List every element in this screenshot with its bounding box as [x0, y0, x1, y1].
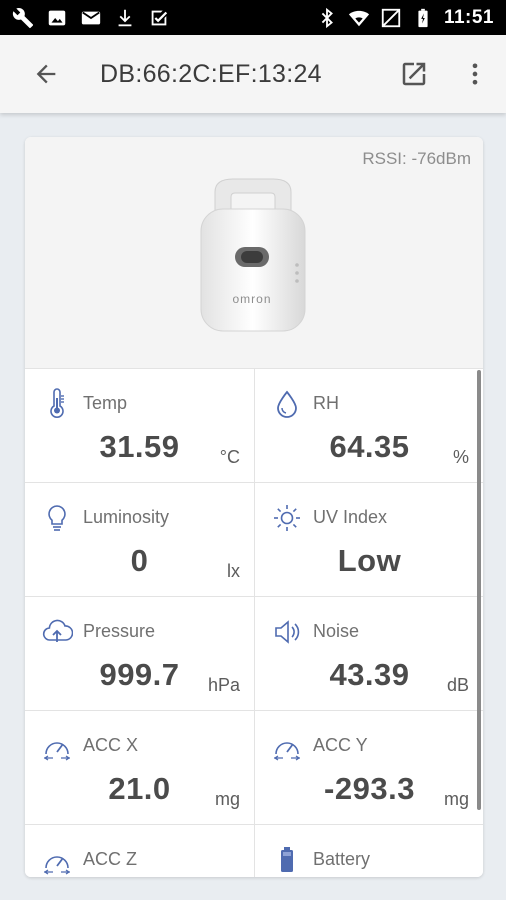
notification-icons: [12, 7, 170, 29]
battery-icon: [271, 844, 303, 876]
bluetooth-icon: [316, 7, 338, 29]
sensor-tile-battery[interactable]: Battery: [254, 824, 483, 877]
device-preview: RSSI: -76dBm omron: [25, 137, 483, 368]
lightbulb-icon: [41, 502, 73, 534]
sensor-label: Noise: [313, 621, 360, 641]
sensor-unit: dB: [446, 675, 469, 695]
speaker-icon: [271, 616, 303, 648]
sensor-label: UV Index: [313, 507, 388, 527]
sun-icon: [271, 502, 303, 534]
device-image: omron: [200, 178, 306, 332]
checklist-icon: [148, 7, 170, 29]
sensor-tile-acc-x[interactable]: ACC X 21.0 mg: [25, 710, 254, 824]
signal-icon: [380, 7, 402, 29]
sensor-value: Low: [337, 543, 402, 578]
sensor-label: ACC Z: [83, 849, 137, 869]
app-bar: DB:66:2C:EF:13:24: [0, 35, 506, 113]
sensor-tile-uv-index[interactable]: UV Index Low: [254, 482, 483, 596]
droplet-icon: [271, 388, 303, 420]
sensor-tile-acc-z[interactable]: ACC Z: [25, 824, 254, 877]
sensor-label: Luminosity: [83, 507, 170, 527]
sensor-value: 0: [130, 543, 149, 578]
sensor-label: Temp: [83, 393, 128, 413]
sensor-label: Battery: [313, 849, 371, 869]
open-external-button[interactable]: [394, 54, 434, 94]
sensor-tile-rh[interactable]: RH 64.35 %: [254, 368, 483, 482]
wifi-icon: [348, 7, 370, 29]
image-icon: [46, 7, 68, 29]
gauge-icon: [271, 730, 303, 762]
gauge-icon: [41, 730, 73, 762]
rssi-label: RSSI: -76dBm: [362, 149, 471, 168]
sensor-value: 64.35: [329, 429, 410, 464]
back-button[interactable]: [26, 54, 66, 94]
more-vert-icon: [472, 63, 478, 85]
open-external-icon: [402, 62, 426, 86]
scrollbar[interactable]: [477, 370, 481, 810]
sensor-tile-acc-y[interactable]: ACC Y -293.3 mg: [254, 710, 483, 824]
sensor-label: RH: [313, 393, 339, 413]
sensor-tile-pressure[interactable]: Pressure 999.7 hPa: [25, 596, 254, 710]
sensor-tile-noise[interactable]: Noise 43.39 dB: [254, 596, 483, 710]
sensor-unit: mg: [443, 789, 469, 809]
arrow-back-icon: [36, 64, 56, 84]
brand-logo: omron: [232, 292, 271, 306]
sensor-tile-luminosity[interactable]: Luminosity 0 lx: [25, 482, 254, 596]
wrench-icon: [12, 7, 34, 29]
status-bar: 11:51: [0, 0, 506, 35]
download-icon: [114, 7, 136, 29]
gauge-icon: [41, 844, 73, 876]
sensor-tile-temp[interactable]: Temp 31.59 °C: [25, 368, 254, 482]
sensor-label: ACC X: [83, 735, 139, 755]
sensor-unit: %: [452, 447, 469, 467]
sensor-label: Pressure: [83, 621, 156, 641]
sensor-unit: lx: [227, 561, 240, 581]
more-options-button[interactable]: [455, 54, 495, 94]
thermometer-icon: [41, 388, 73, 420]
sensor-unit: °C: [219, 447, 240, 467]
clock: 11:51: [443, 6, 494, 28]
mail-icon: [80, 7, 102, 29]
battery-icon: [412, 7, 434, 29]
sensor-label: ACC Y: [313, 735, 368, 755]
sensor-unit: mg: [214, 789, 240, 809]
cloud-upload-icon: [41, 616, 74, 648]
sensor-unit: hPa: [207, 675, 240, 695]
system-status: 11:51: [316, 7, 494, 29]
sensor-card: RSSI: -76dBm omron Temp 31.59 °C RH 64.3…: [25, 137, 483, 877]
page-title: DB:66:2C:EF:13:24: [100, 59, 322, 88]
